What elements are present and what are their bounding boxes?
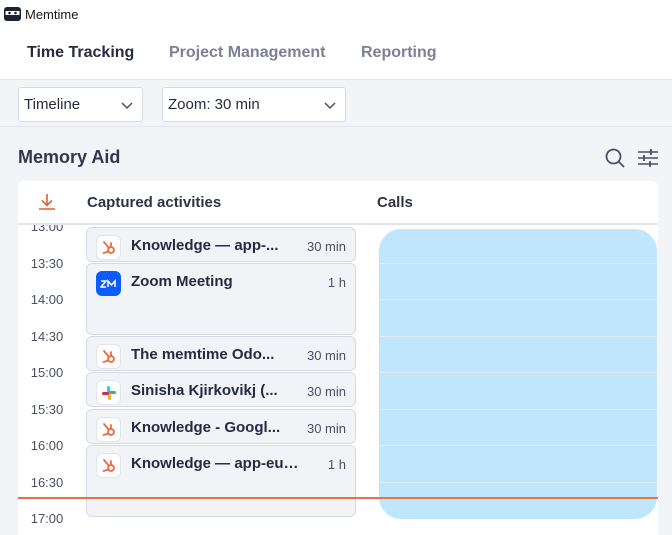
view-select[interactable]: Timeline <box>18 87 143 122</box>
tab-reporting[interactable]: Reporting <box>361 44 437 62</box>
toolbar: Timeline Zoom: 30 min <box>0 81 672 127</box>
activity-duration: 1 h <box>327 275 346 290</box>
activity-card[interactable]: Sinisha Kjirkovikj (... 30 min <box>86 372 356 407</box>
calls-header: Calls <box>377 194 413 211</box>
title-bar: Memtime <box>0 0 672 28</box>
time-label: 13:30 <box>30 256 64 271</box>
call-block[interactable] <box>379 229 657 519</box>
calls-grid-line <box>378 409 658 410</box>
time-label: 14:00 <box>30 292 64 307</box>
scroll-to-now-icon[interactable] <box>38 192 56 217</box>
activity-duration: 30 min <box>306 239 346 254</box>
chevron-down-icon <box>324 102 336 110</box>
time-label: 15:00 <box>30 365 64 380</box>
time-label: 16:00 <box>30 438 64 453</box>
activity-duration: 30 min <box>306 348 346 363</box>
captured-activities-header: Captured activities <box>87 194 222 211</box>
memory-aid-title: Memory Aid <box>18 147 121 167</box>
calls-grid-line <box>378 263 658 264</box>
hubspot-icon <box>96 417 121 442</box>
chevron-down-icon <box>121 102 133 110</box>
activity-title: Sinisha Kjirkovikj (... <box>131 382 278 399</box>
tab-time-tracking[interactable]: Time Tracking <box>27 44 134 62</box>
search-icon[interactable] <box>604 147 626 174</box>
activity-duration: 30 min <box>306 384 346 399</box>
activity-title: Zoom Meeting <box>131 273 233 290</box>
time-label: 13:00 <box>30 225 64 234</box>
activity-title: The memtime Odo... <box>131 346 275 363</box>
time-label: 15:30 <box>30 402 64 417</box>
zoom-select[interactable]: Zoom: 30 min <box>162 87 346 122</box>
zoom-select-value: Zoom: 30 min <box>168 96 260 113</box>
memtime-logo-icon <box>4 7 21 21</box>
hubspot-icon <box>96 344 121 369</box>
activity-card[interactable]: The memtime Odo... 30 min <box>86 336 356 371</box>
timeline-body: 13:00 13:30 14:00 14:30 15:00 15:30 16:0… <box>18 225 658 535</box>
main-nav: Time Tracking Project Management Reporti… <box>0 28 672 80</box>
activity-card[interactable]: Zoom Meeting 1 h <box>86 263 356 335</box>
activity-title: Knowledge — app-... <box>131 237 279 254</box>
calls-grid-line <box>378 372 658 373</box>
view-select-value: Timeline <box>24 96 81 113</box>
activity-title: Knowledge - Googl... <box>131 419 281 436</box>
calls-grid-line <box>378 299 658 300</box>
activity-card[interactable]: Knowledge — app-eu1.... 1 h <box>86 445 356 517</box>
app-title: Memtime <box>25 6 79 22</box>
activity-title: Knowledge — app-eu1.... <box>131 455 303 472</box>
slack-icon <box>96 380 121 405</box>
calls-grid-line <box>378 482 658 483</box>
time-label: 17:00 <box>30 511 64 526</box>
hubspot-icon <box>96 453 121 478</box>
activity-duration: 30 min <box>306 421 346 436</box>
current-time-line <box>18 497 658 499</box>
memory-aid-panel: Captured activities Calls 13:00 13:30 14… <box>18 181 658 535</box>
activity-duration: 1 h <box>327 457 346 472</box>
time-label: 14:30 <box>30 329 64 344</box>
activity-card[interactable]: Knowledge - Googl... 30 min <box>86 409 356 444</box>
calls-grid-line <box>378 336 658 337</box>
time-label: 16:30 <box>30 475 64 490</box>
tab-project-management[interactable]: Project Management <box>169 44 325 62</box>
filter-settings-icon[interactable] <box>637 147 659 174</box>
panel-header: Captured activities Calls <box>18 181 658 225</box>
activity-card[interactable]: Knowledge — app-... 30 min <box>86 227 356 262</box>
zoom-icon <box>96 271 121 296</box>
calls-grid-line <box>378 445 658 446</box>
hubspot-icon <box>96 235 121 260</box>
